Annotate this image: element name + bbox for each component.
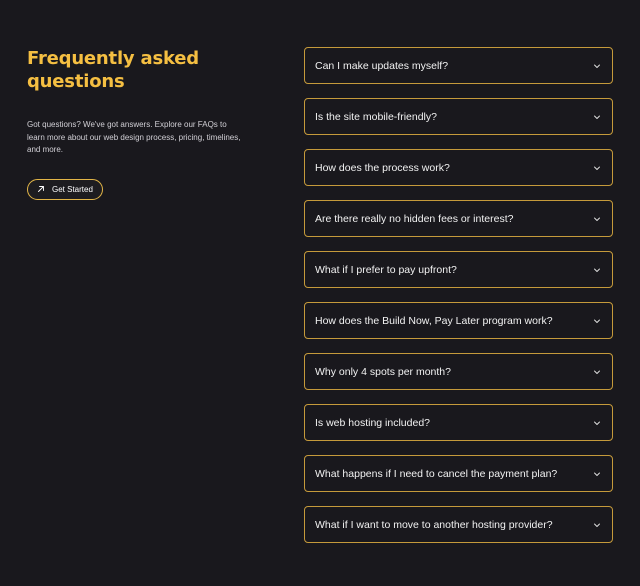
faq-intro: Frequently asked questions Got questions… (27, 47, 257, 200)
faq-list: Can I make updates myself? Is the site m… (304, 47, 613, 557)
title-line-2: questions (27, 71, 125, 92)
faq-question: Why only 4 spots per month? (315, 365, 451, 378)
faq-question: Is web hosting included? (315, 416, 430, 429)
chevron-down-icon (593, 113, 601, 121)
faq-item[interactable]: How does the Build Now, Pay Later progra… (304, 302, 613, 339)
faq-question: Are there really no hidden fees or inter… (315, 212, 514, 225)
chevron-down-icon (593, 368, 601, 376)
faq-question: Can I make updates myself? (315, 59, 449, 72)
faq-description: Got questions? We've got answers. Explor… (27, 120, 241, 154)
faq-item[interactable]: How does the process work? (304, 149, 613, 186)
faq-item[interactable]: Are there really no hidden fees or inter… (304, 200, 613, 237)
faq-item[interactable]: What happens if I need to cancel the pay… (304, 455, 613, 492)
chevron-down-icon (593, 266, 601, 274)
chevron-down-icon (593, 521, 601, 529)
chevron-down-icon (593, 215, 601, 223)
faq-question: What happens if I need to cancel the pay… (315, 467, 558, 480)
faq-item[interactable]: Is the site mobile-friendly? (304, 98, 613, 135)
title-line-1: Frequently asked (27, 48, 199, 69)
faq-question: Is the site mobile-friendly? (315, 110, 437, 123)
faq-item[interactable]: Is web hosting included? (304, 404, 613, 441)
arrow-up-right-icon (37, 185, 45, 193)
get-started-label: Get Started (52, 184, 93, 194)
chevron-down-icon (593, 317, 601, 325)
faq-question: How does the process work? (315, 161, 450, 174)
faq-item[interactable]: What if I want to move to another hostin… (304, 506, 613, 543)
chevron-down-icon (593, 419, 601, 427)
faq-item[interactable]: What if I prefer to pay upfront? (304, 251, 613, 288)
faq-question: How does the Build Now, Pay Later progra… (315, 314, 553, 327)
chevron-down-icon (593, 470, 601, 478)
faq-question: What if I prefer to pay upfront? (315, 263, 457, 276)
get-started-button[interactable]: Get Started (27, 178, 103, 200)
page-title: Frequently asked questions (27, 47, 257, 93)
faq-question: What if I want to move to another hostin… (315, 518, 553, 531)
chevron-down-icon (593, 164, 601, 172)
faq-item[interactable]: Can I make updates myself? (304, 47, 613, 84)
chevron-down-icon (593, 62, 601, 70)
faq-item[interactable]: Why only 4 spots per month? (304, 353, 613, 390)
